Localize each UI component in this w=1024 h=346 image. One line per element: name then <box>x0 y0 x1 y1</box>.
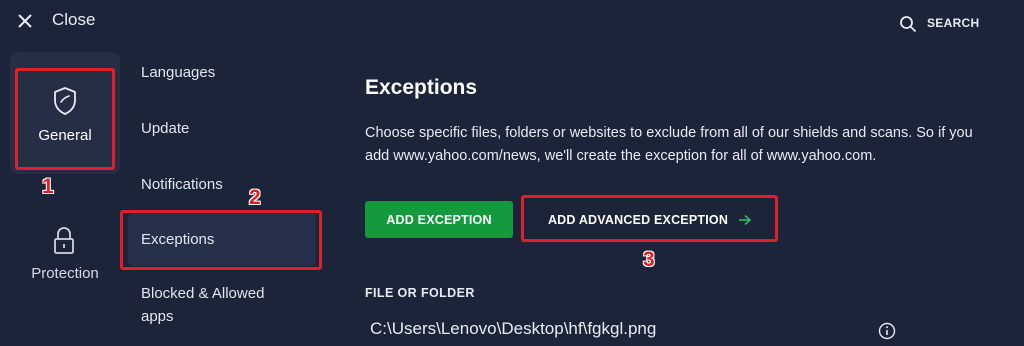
submenu-item-notifications[interactable]: Notifications <box>141 176 223 193</box>
info-icon[interactable] <box>878 322 896 340</box>
submenu-item-blocked-allowed-apps[interactable]: Blocked & Allowed apps <box>141 282 301 328</box>
page-description: Choose specific files, folders or websit… <box>365 125 973 164</box>
annotation-number-3: 3 <box>643 248 655 271</box>
submenu-item-languages[interactable]: Languages <box>141 64 215 81</box>
annotation-box-exceptions <box>120 210 322 270</box>
page-title: Exceptions <box>365 76 478 99</box>
search-icon[interactable] <box>899 15 917 33</box>
annotation-number-2: 2 <box>249 186 261 209</box>
lock-icon[interactable] <box>52 226 76 256</box>
annotation-box-advanced-exception <box>521 195 778 242</box>
annotation-number-1: 1 <box>42 175 54 198</box>
close-icon[interactable] <box>16 12 34 30</box>
add-exception-label: ADD EXCEPTION <box>386 212 492 227</box>
add-exception-button[interactable]: ADD EXCEPTION <box>365 201 513 238</box>
exception-file-path: C:\Users\Lenovo\Desktop\hf\fgkgl.png <box>370 319 657 338</box>
annotation-box-general <box>15 68 115 170</box>
search-button[interactable]: SEARCH <box>927 16 979 30</box>
section-label-file-or-folder: FILE OR FOLDER <box>365 286 475 300</box>
close-button[interactable]: Close <box>52 10 95 30</box>
rail-item-protection[interactable]: Protection <box>0 265 130 282</box>
submenu-item-update[interactable]: Update <box>141 120 189 137</box>
